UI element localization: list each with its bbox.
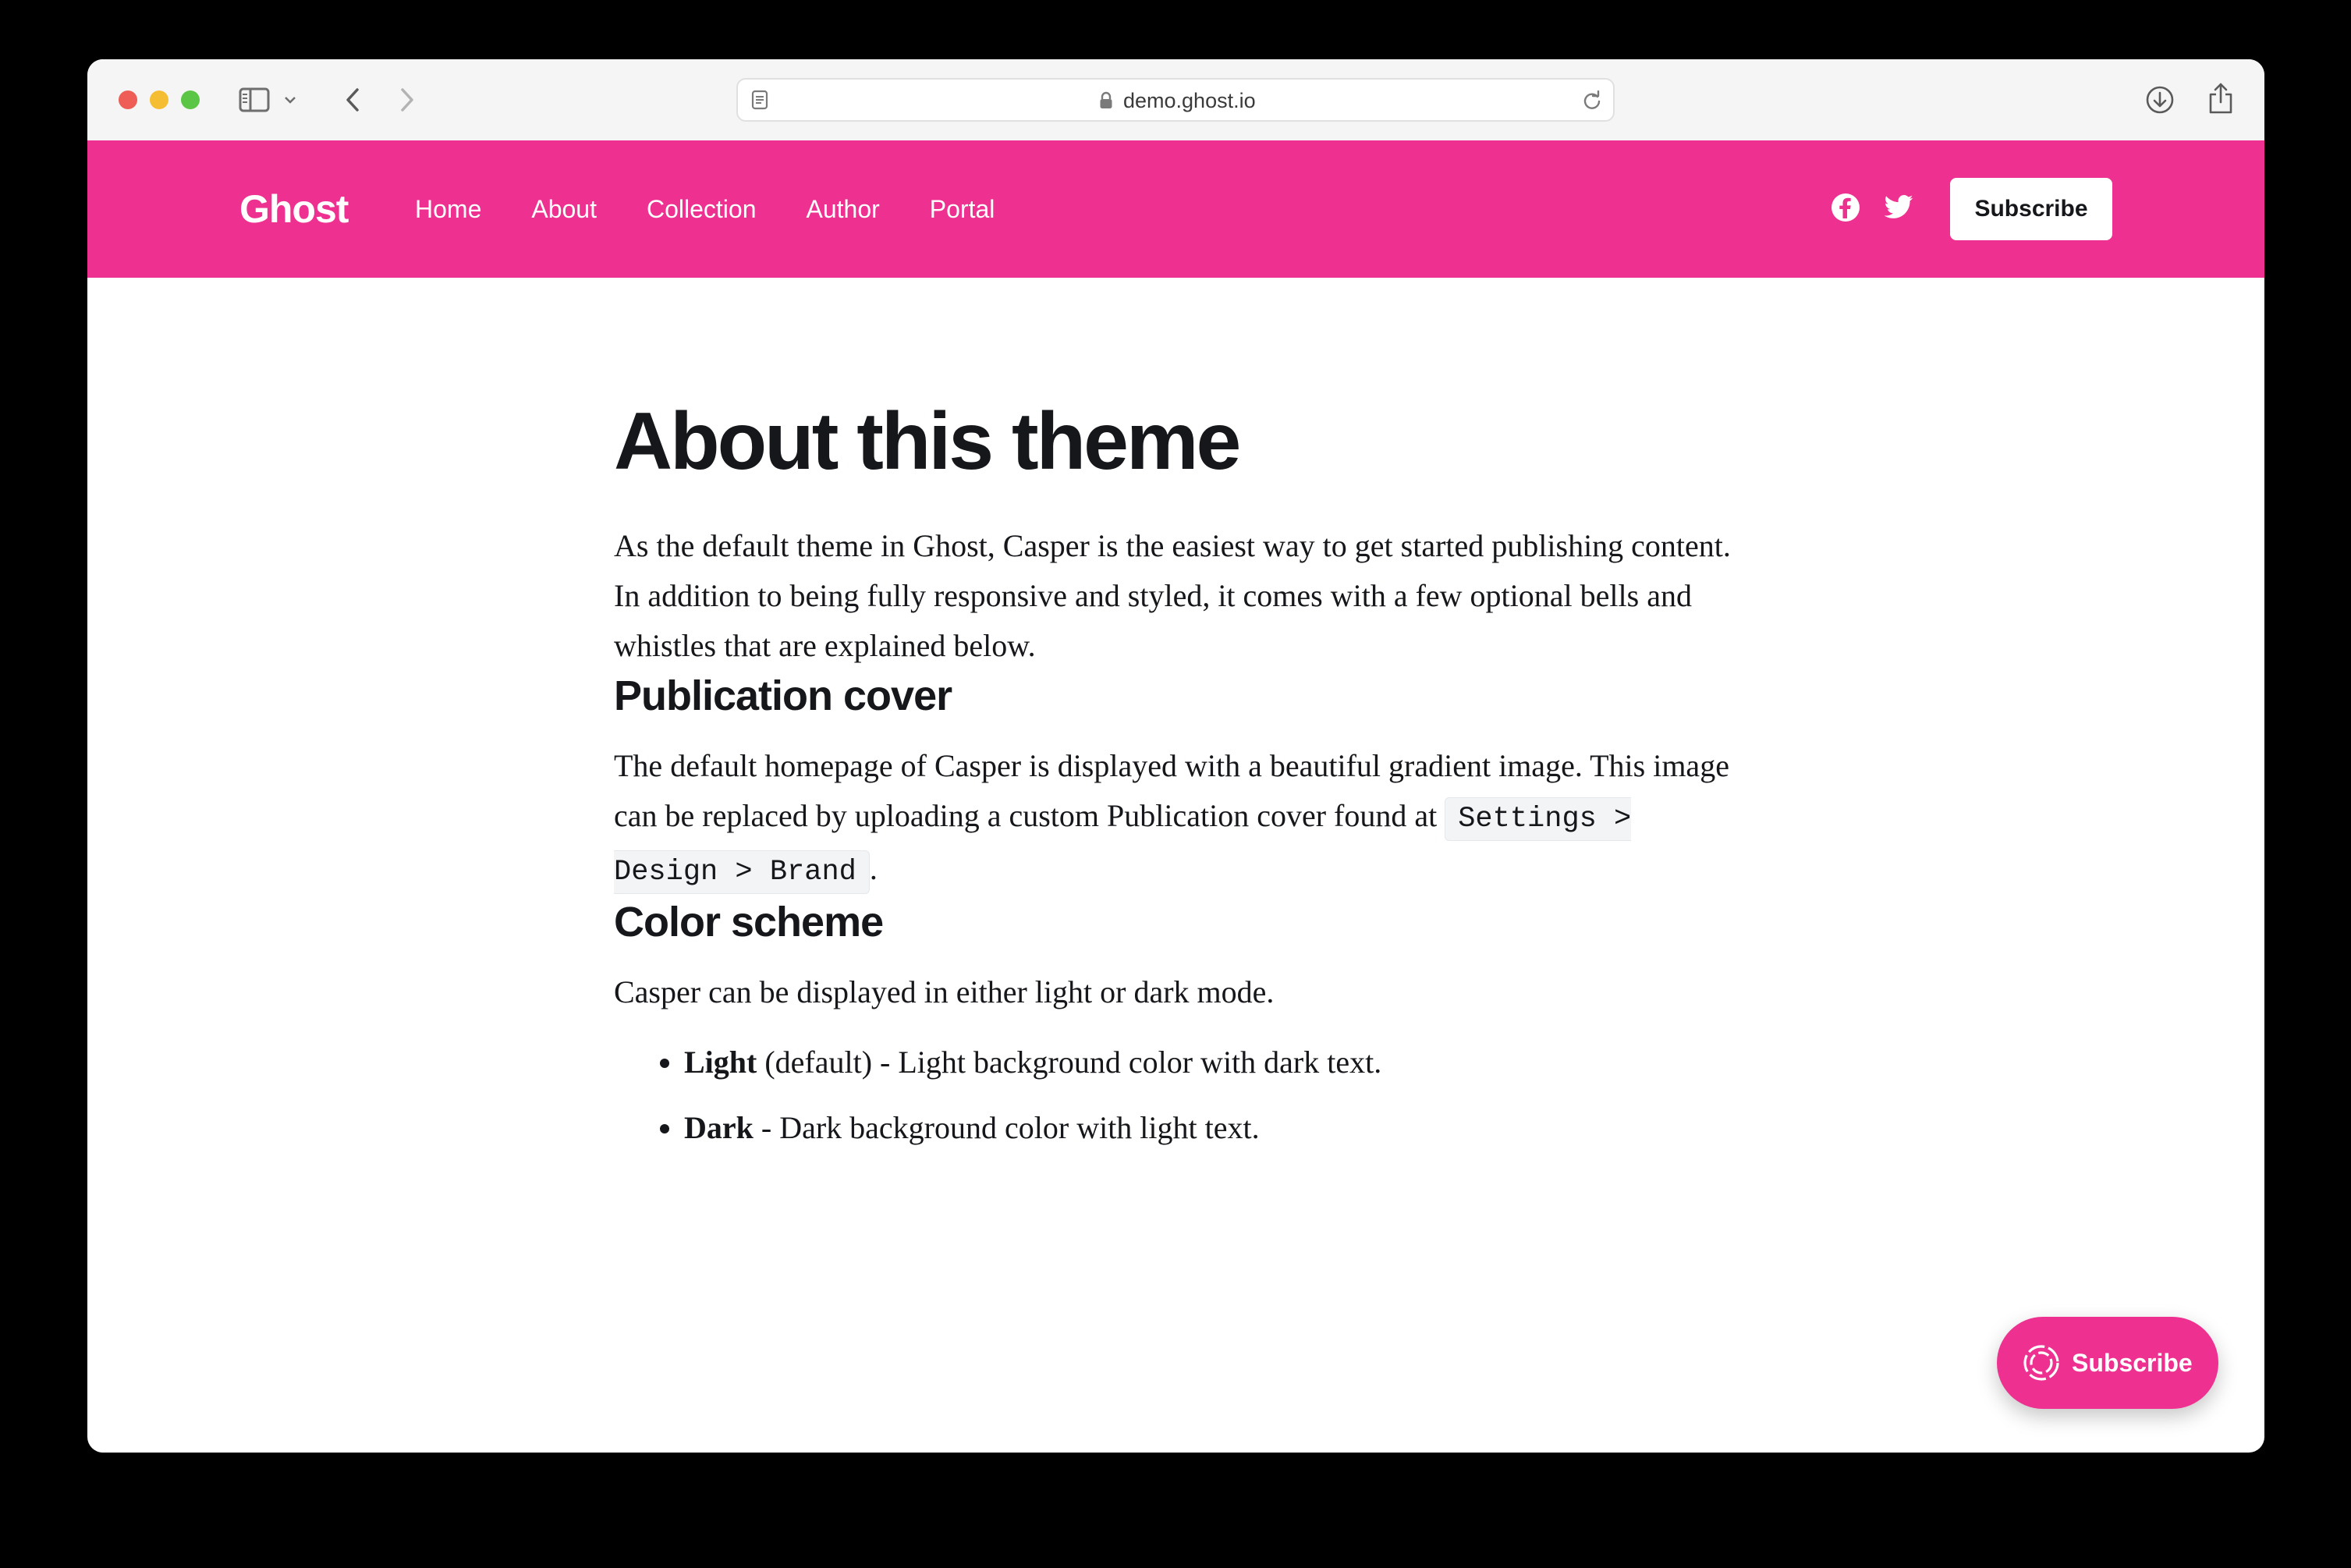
nav-home[interactable]: Home <box>415 193 481 225</box>
color-mode-list: Light (default) - Light background color… <box>614 1038 1737 1153</box>
nav-about[interactable]: About <box>531 193 597 225</box>
reload-icon[interactable] <box>1580 89 1604 112</box>
article-title: About this theme <box>614 396 1241 487</box>
list-item-text: - Dark background color with light text. <box>753 1110 1260 1145</box>
download-icon[interactable] <box>2143 83 2177 117</box>
site-header: Ghost Home About Collection Author Porta… <box>87 140 2264 278</box>
nav-collection[interactable]: Collection <box>647 193 757 225</box>
section-heading-color-scheme: Color scheme <box>614 899 884 945</box>
twitter-icon[interactable] <box>1883 192 1914 223</box>
portal-subscribe-label: Subscribe <box>2072 1348 2193 1377</box>
facebook-icon[interactable] <box>1830 192 1861 223</box>
zoom-window-button[interactable] <box>181 90 200 109</box>
nav-author[interactable]: Author <box>807 193 880 225</box>
lock-icon <box>1097 90 1115 112</box>
article-intro: As the default theme in Ghost, Casper is… <box>614 528 1731 663</box>
address-bar[interactable]: demo.ghost.io <box>736 78 1615 122</box>
back-arrow-icon[interactable] <box>335 83 370 117</box>
list-item-bold: Light <box>684 1045 757 1080</box>
nav-portal[interactable]: Portal <box>930 193 995 225</box>
list-item-bold: Dark <box>684 1110 754 1145</box>
share-icon[interactable] <box>2204 80 2238 117</box>
portal-subscribe-button[interactable]: Subscribe <box>1997 1317 2218 1409</box>
address-url: demo.ghost.io <box>1123 89 1256 112</box>
color-scheme-text: Casper can be displayed in either light … <box>614 974 1275 1009</box>
close-window-button[interactable] <box>119 90 137 109</box>
list-item: Dark - Dark background color with light … <box>684 1103 1737 1153</box>
sidebar-toggle-icon[interactable] <box>237 84 271 115</box>
browser-window: demo.ghost.io Ghost Home About Collectio… <box>87 59 2264 1453</box>
header-subscribe-button[interactable]: Subscribe <box>1950 178 2112 240</box>
main-nav: Home About Collection Author Portal <box>415 193 1044 225</box>
minimize-window-button[interactable] <box>150 90 168 109</box>
page-icon <box>749 89 771 111</box>
chevron-down-icon[interactable] <box>281 90 300 109</box>
list-item-text: (default) - Light background color with … <box>757 1045 1382 1080</box>
site-logo[interactable]: Ghost <box>239 186 349 232</box>
sentence-end: . <box>869 851 878 886</box>
browser-toolbar: demo.ghost.io <box>87 59 2264 141</box>
forward-arrow-icon[interactable] <box>390 83 424 117</box>
section-heading-publication-cover: Publication cover <box>614 672 952 719</box>
article: About this theme As the default theme in… <box>614 395 1737 1169</box>
publication-cover-text: The default homepage of Casper is displa… <box>614 741 1737 897</box>
portal-icon <box>2023 1345 2059 1381</box>
list-item: Light (default) - Light background color… <box>684 1038 1737 1087</box>
